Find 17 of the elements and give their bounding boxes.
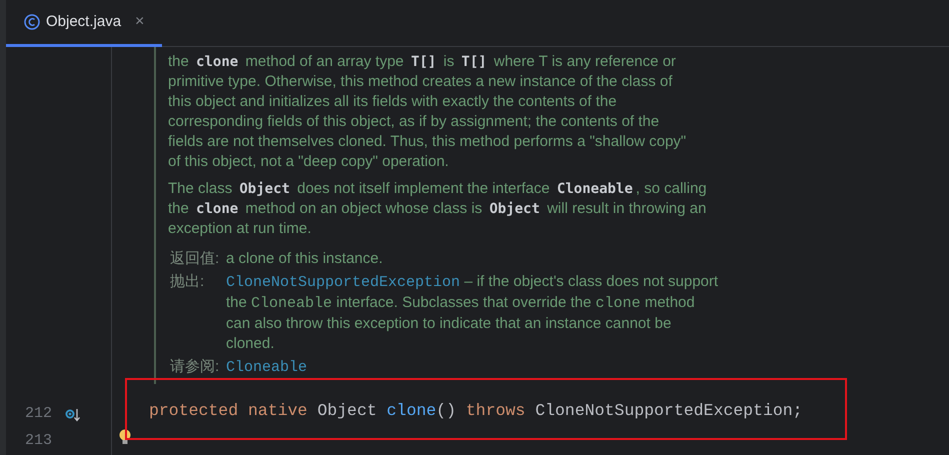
tag-label: 返回值: xyxy=(169,249,220,269)
override-icon[interactable] xyxy=(65,408,81,422)
tag-label: 请参阅: xyxy=(169,357,220,377)
doc-paragraph: the clone method of an array type T[] is T[] where T is any reference or primitive type. Otherwise, this method creates a new instance of the class of this object and initializes all its fields with exactly the contents of the corresponding fields of this object, as if by assignment; the contents of the fields are not themselves cloned. Thus, this method performs a "shallow copy" of this object, not a "deep copy" operation. xyxy=(168,52,688,172)
tab-label: Object.java xyxy=(46,12,122,32)
lightbulb-icon[interactable] xyxy=(119,429,131,445)
class-icon xyxy=(24,14,40,30)
tag-label: 抛出: xyxy=(169,272,206,292)
code-line: protected native Object clone() throws CloneNotSupportedException; xyxy=(149,400,803,422)
tag-text: a clone of this instance. xyxy=(226,249,383,269)
line-number: 213 xyxy=(25,431,54,452)
doc-paragraph: The class Object does not itself implement the interface Cloneable , so calling the clone method on an object whose class is Object will result in throwing an exception at run time. xyxy=(168,179,708,239)
file-tab[interactable]: Object.java × xyxy=(6,0,162,47)
line-number: 212 xyxy=(25,404,54,424)
tag-text: Cloneable xyxy=(226,358,308,378)
close-button[interactable]: × xyxy=(135,10,144,34)
tag-text: CloneNotSupportedException – if the object's class does not support the Cloneable interface. Subclasses that override the clone method can also throw this exception to indicate that an instance cannot be cloned. xyxy=(226,272,718,354)
